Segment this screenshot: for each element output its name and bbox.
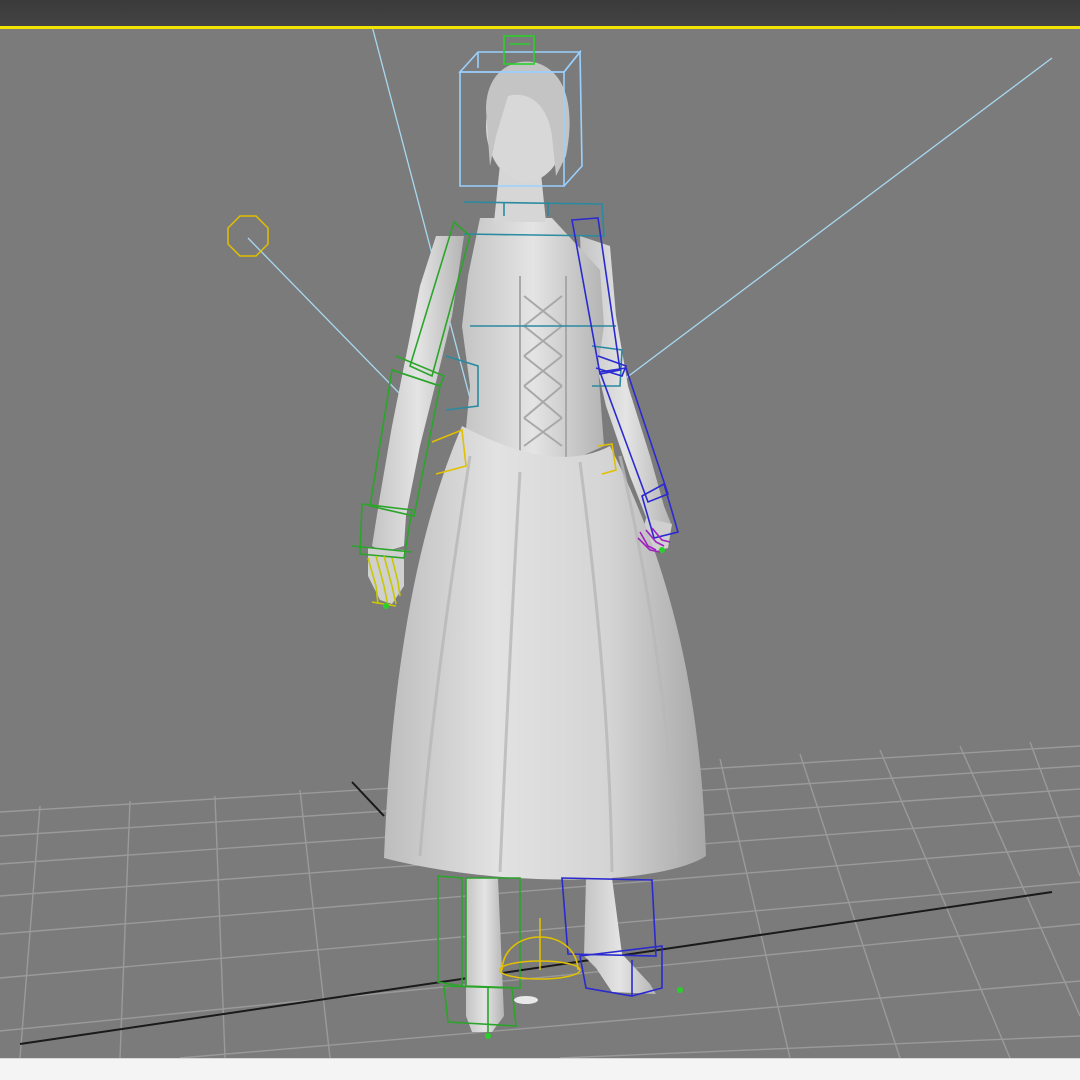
title-bar [0, 0, 1080, 26]
perspective-viewport[interactable] [0, 26, 1080, 1058]
left-hand-ik-point [383, 603, 389, 609]
head-nub[interactable] [503, 35, 535, 65]
status-strip [0, 1058, 1080, 1080]
right-hand-ik-point [659, 547, 665, 553]
app-window [0, 0, 1080, 1080]
right-foot-ik-point [677, 987, 683, 993]
light-target-lines [247, 26, 1053, 407]
bodice-mesh [462, 218, 604, 472]
right-boot [584, 878, 656, 994]
left-foot-ik-point [485, 1033, 491, 1039]
left-boot [466, 878, 504, 1032]
character-model[interactable] [368, 61, 706, 1032]
light-helper-icon[interactable] [227, 215, 269, 257]
viewport-canvas[interactable] [0, 26, 1080, 1058]
ground-contact-shadow [514, 996, 538, 1004]
